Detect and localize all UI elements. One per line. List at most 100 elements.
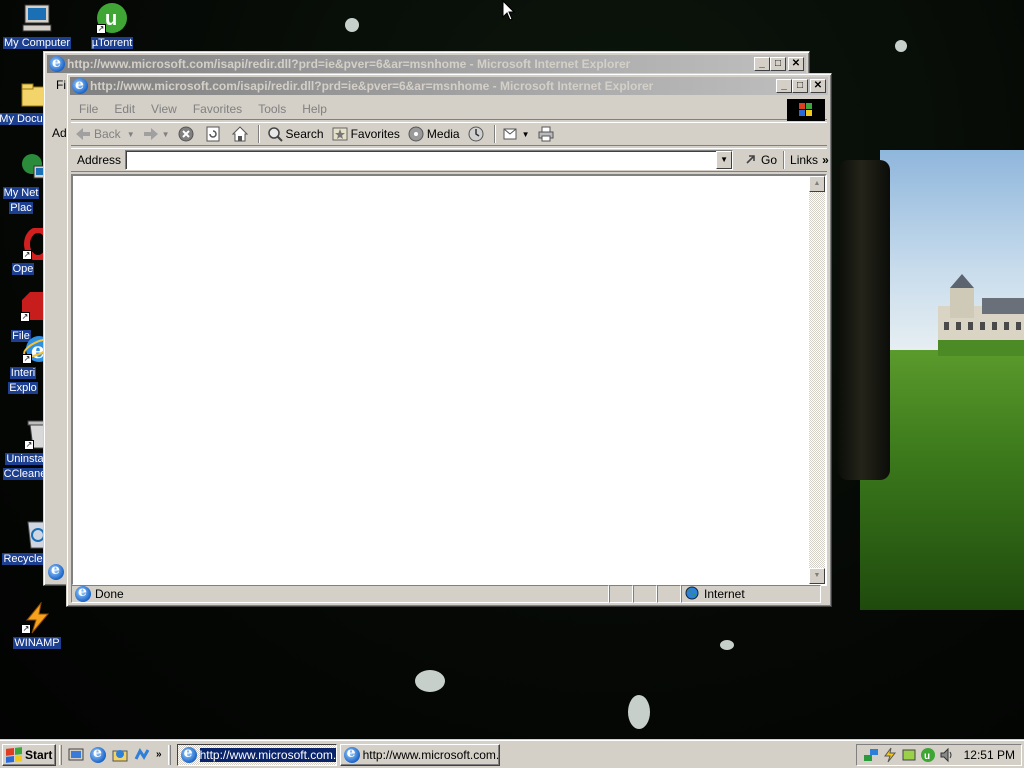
- quicklaunch-ie-icon[interactable]: [90, 745, 106, 763]
- vertical-scrollbar[interactable]: ▲ ▼: [809, 176, 825, 584]
- print-button[interactable]: [534, 123, 561, 145]
- back-dropdown-icon[interactable]: ▼: [127, 130, 135, 139]
- quicklaunch-overflow-chevron-icon[interactable]: »: [156, 749, 162, 760]
- status-text-panel: Done: [71, 584, 609, 603]
- back-window-menu-peek[interactable]: Fi: [56, 78, 66, 92]
- back-label: Back: [94, 127, 121, 141]
- maximize-button[interactable]: □: [770, 57, 786, 71]
- home-button[interactable]: [228, 123, 255, 145]
- refresh-button[interactable]: [201, 123, 228, 145]
- address-field[interactable]: ▼: [125, 150, 734, 170]
- search-label: Search: [285, 127, 324, 141]
- internet-globe-icon: [685, 586, 699, 603]
- desktop-icon-label: Recycle: [2, 553, 44, 565]
- lightning-icon[interactable]: [882, 747, 898, 763]
- windows-flag-icon: [6, 746, 22, 763]
- browser-window[interactable]: http://www.microsoft.com/isapi/redir.dll…: [66, 73, 832, 607]
- address-dropdown-button[interactable]: ▼: [716, 151, 733, 169]
- ie-page-icon: [343, 745, 360, 763]
- desktop-icon-label: My Computer: [2, 37, 72, 49]
- menu-view[interactable]: View: [143, 102, 185, 116]
- mail-icon: [503, 126, 519, 142]
- window-titlebar[interactable]: http://www.microsoft.com/isapi/redir.dll…: [70, 77, 828, 95]
- close-button[interactable]: ✕: [810, 79, 826, 93]
- desktop-icon-label-line2: Plac: [9, 202, 33, 214]
- status-zone-panel: Internet: [681, 585, 821, 603]
- menu-bar: File Edit View Favorites Tools Help: [71, 98, 827, 121]
- stop-button[interactable]: [174, 123, 201, 145]
- safely-remove-icon[interactable]: [901, 747, 917, 763]
- history-button[interactable]: [464, 123, 491, 145]
- minimize-button[interactable]: _: [776, 79, 792, 93]
- media-icon: [408, 126, 424, 142]
- forward-button[interactable]: ▼: [139, 123, 174, 145]
- system-tray: u 12:51 PM: [855, 744, 1022, 766]
- wallpaper-tree-trunk: [838, 160, 890, 480]
- task-button[interactable]: http://www.microsoft.com...: [339, 743, 500, 766]
- chevron-right-icon: »: [822, 153, 829, 167]
- menu-file[interactable]: File: [71, 102, 106, 116]
- utorrent-tray-icon[interactable]: u: [920, 747, 936, 763]
- desktop-icon-winamp[interactable]: ↗ WINAMP: [2, 601, 72, 649]
- tasks-grip[interactable]: [167, 744, 171, 765]
- menu-favorites[interactable]: Favorites: [185, 102, 250, 116]
- desktop-icon-utorrent[interactable]: u ↗ µTorrent: [77, 2, 147, 49]
- show-desktop-icon[interactable]: [68, 747, 84, 763]
- desktop-icon-my-computer[interactable]: My Computer: [2, 2, 72, 49]
- forward-dropdown-icon[interactable]: ▼: [162, 130, 170, 139]
- favorites-star-icon: [332, 126, 348, 142]
- scroll-up-button[interactable]: ▲: [809, 176, 825, 192]
- go-label: Go: [761, 153, 778, 167]
- utorrent-icon: u ↗: [96, 2, 128, 34]
- address-bar: Address ▼ Go Links »: [71, 148, 829, 172]
- wallpaper-sky-patch: [720, 640, 734, 650]
- refresh-icon: [205, 126, 221, 142]
- links-button[interactable]: Links »: [788, 153, 831, 167]
- ie-page-icon: [75, 584, 91, 602]
- desktop-icon-label-line2: Explo: [8, 382, 38, 394]
- print-icon: [538, 126, 554, 142]
- task-label: http://www.microsoft.com...: [199, 747, 336, 762]
- back-button[interactable]: Back ▼: [71, 123, 139, 145]
- clock[interactable]: 12:51 PM: [964, 748, 1015, 762]
- menu-help[interactable]: Help: [294, 102, 335, 116]
- taskbar: Start » http://www.microsoft.com... http…: [0, 740, 1024, 768]
- menu-tools[interactable]: Tools: [250, 102, 294, 116]
- svg-text:u: u: [105, 8, 117, 30]
- wallpaper-sky-patch: [415, 670, 445, 692]
- address-input[interactable]: [126, 151, 715, 168]
- mail-button[interactable]: ▼: [499, 123, 534, 145]
- go-button[interactable]: Go: [741, 152, 780, 169]
- address-label: Address: [77, 153, 122, 167]
- media-button[interactable]: Media: [404, 123, 464, 145]
- desktop-icon-label: µTorrent: [90, 37, 134, 49]
- search-icon: [267, 126, 283, 142]
- winamp-icon: ↗: [21, 601, 53, 634]
- page-content-area[interactable]: ▲ ▼: [71, 174, 827, 586]
- my-computer-icon: [21, 2, 53, 34]
- start-button[interactable]: Start: [2, 743, 56, 766]
- history-icon: [468, 126, 484, 142]
- status-blocked-panel: [657, 585, 681, 603]
- outlook-express-icon[interactable]: [112, 747, 128, 763]
- mail-dropdown-icon[interactable]: ▼: [522, 130, 530, 139]
- scroll-down-button[interactable]: ▼: [809, 568, 825, 584]
- volume-speaker-icon[interactable]: [939, 747, 955, 763]
- search-button[interactable]: Search: [263, 123, 328, 145]
- wallpaper-castle: [938, 274, 1024, 356]
- back-window-titlebar[interactable]: http://www.microsoft.com/isapi/redir.dll…: [47, 55, 806, 73]
- messenger-icon[interactable]: [134, 747, 150, 763]
- close-button[interactable]: ✕: [788, 57, 804, 71]
- favorites-button[interactable]: Favorites: [328, 123, 404, 145]
- task-button-active[interactable]: http://www.microsoft.com...: [176, 743, 337, 766]
- shortcut-arrow-icon: ↗: [96, 24, 106, 34]
- desktop-icon-label-line2: CCleane: [2, 468, 48, 480]
- shortcut-arrow-icon: ↗: [22, 354, 32, 364]
- back-window-status-icon: [48, 562, 64, 580]
- menu-edit[interactable]: Edit: [106, 102, 143, 116]
- network-connection-icon[interactable]: [863, 747, 879, 763]
- quicklaunch-grip[interactable]: [59, 744, 62, 765]
- maximize-button[interactable]: □: [792, 79, 808, 93]
- window-title: http://www.microsoft.com/isapi/redir.dll…: [90, 79, 654, 93]
- minimize-button[interactable]: _: [754, 57, 770, 71]
